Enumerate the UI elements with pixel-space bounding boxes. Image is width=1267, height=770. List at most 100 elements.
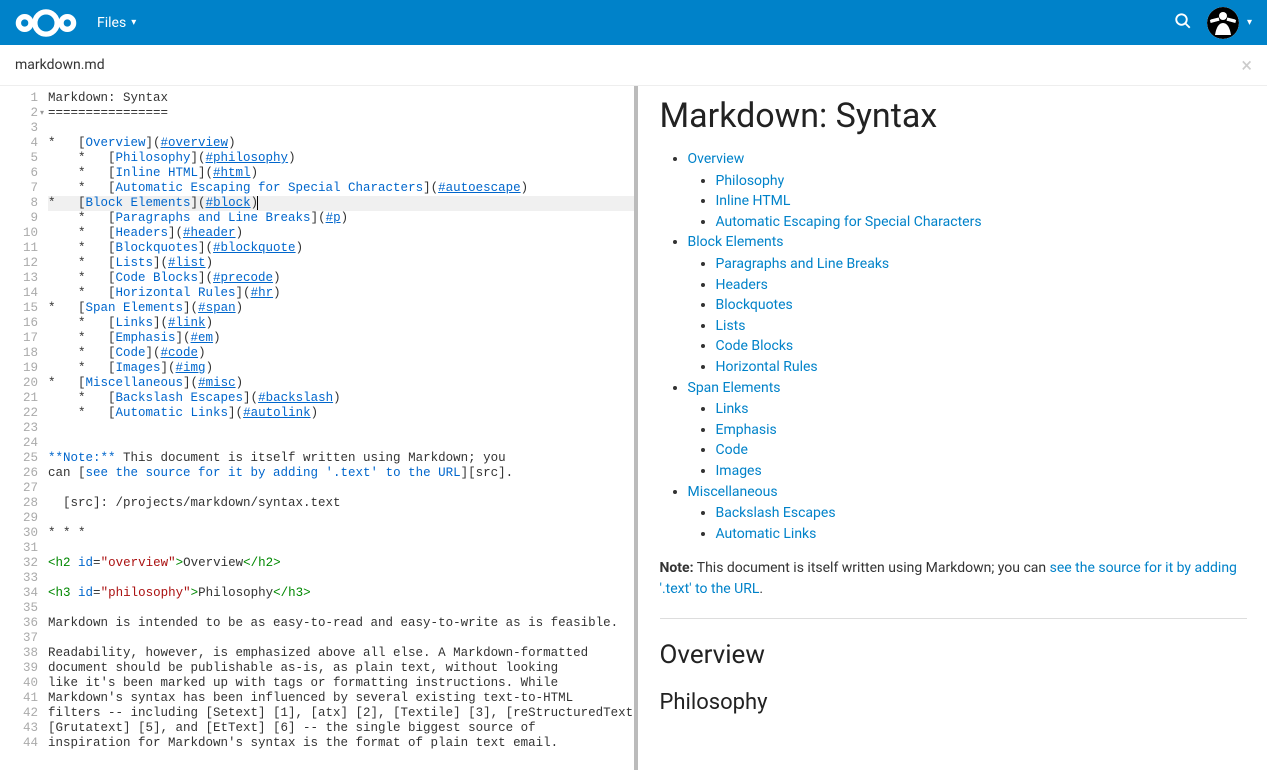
toc-link[interactable]: Automatic Links [716, 526, 817, 542]
code-line[interactable]: can [see the source for it by adding '.t… [48, 466, 634, 481]
code-line[interactable]: * [Paragraphs and Line Breaks](#p) [48, 211, 634, 226]
code-line[interactable]: Markdown: Syntax [48, 91, 634, 106]
code-line[interactable]: * [Automatic Links](#autolink) [48, 406, 634, 421]
user-menu[interactable]: ▾ [1207, 7, 1252, 39]
code-line[interactable]: inspiration for Markdown's syntax is the… [48, 736, 634, 751]
code-line[interactable] [48, 421, 634, 436]
toc-item: Paragraphs and Line Breaks [716, 255, 1248, 275]
code-line[interactable]: * [Headers](#header) [48, 226, 634, 241]
toc-link[interactable]: Emphasis [716, 422, 777, 438]
code-line[interactable]: * [Emphasis](#em) [48, 331, 634, 346]
toc-item: Inline HTML [716, 192, 1248, 212]
code-line[interactable] [48, 541, 634, 556]
code-line[interactable]: * [Automatic Escaping for Special Charac… [48, 181, 634, 196]
toc-link[interactable]: Automatic Escaping for Special Character… [716, 214, 982, 230]
toc-link[interactable]: Lists [716, 318, 746, 334]
note-label: Note: [660, 560, 694, 576]
code-line[interactable]: * [Images](#img) [48, 361, 634, 376]
code-line[interactable] [48, 601, 634, 616]
editor-container: 1234567891011121314151617181920212223242… [0, 86, 1267, 770]
code-line[interactable]: * [Horizontal Rules](#hr) [48, 286, 634, 301]
preview-hr [660, 618, 1248, 619]
note-tail: . [759, 581, 763, 597]
code-line[interactable] [48, 121, 634, 136]
close-button[interactable]: × [1241, 55, 1252, 75]
toc-item: Philosophy [716, 172, 1248, 192]
toc-link[interactable]: Inline HTML [716, 193, 791, 209]
toc-link[interactable]: Miscellaneous [688, 484, 778, 500]
code-line[interactable]: ================ [48, 106, 634, 121]
code-line[interactable]: * [Span Elements](#span) [48, 301, 634, 316]
preview-note: Note: This document is itself written us… [660, 558, 1248, 600]
code-line[interactable]: * [Overview](#overview) [48, 136, 634, 151]
code-line[interactable]: * [Block Elements](#block) [48, 196, 634, 211]
code-line[interactable] [48, 436, 634, 451]
toc-item: Automatic Escaping for Special Character… [716, 213, 1248, 233]
toc-link[interactable]: Overview [688, 151, 745, 167]
toc-link[interactable]: Headers [716, 277, 768, 293]
code-line[interactable]: * [Miscellaneous](#misc) [48, 376, 634, 391]
code-line[interactable]: Markdown is intended to be as easy-to-re… [48, 616, 634, 631]
source-editor[interactable]: 1234567891011121314151617181920212223242… [0, 86, 634, 770]
code-line[interactable]: [src]: /projects/markdown/syntax.text [48, 496, 634, 511]
toc-item: Code [716, 441, 1248, 461]
user-avatar [1207, 7, 1239, 39]
code-area[interactable]: Markdown: Syntax================ * [Overv… [48, 86, 634, 770]
app-name: Files [97, 15, 126, 31]
code-line[interactable]: <h2 id="overview">Overview</h2> [48, 556, 634, 571]
toc-item: Span Elements Links Emphasis Code Images [688, 379, 1248, 482]
caret-down-icon: ▾ [1247, 17, 1252, 28]
code-line[interactable]: filters -- including [Setext] [1], [atx]… [48, 706, 634, 721]
toc-link[interactable]: Block Elements [688, 234, 784, 250]
toc-item: Headers [716, 276, 1248, 296]
cloud-logo-icon [15, 6, 77, 40]
code-line[interactable]: * [Backslash Escapes](#backslash) [48, 391, 634, 406]
toc-item: Miscellaneous Backslash Escapes Automatic … [688, 483, 1248, 545]
code-line[interactable]: * [Blockquotes](#blockquote) [48, 241, 634, 256]
code-line[interactable]: * * * [48, 526, 634, 541]
caret-down-icon: ▾ [131, 17, 136, 28]
toc-link[interactable]: Philosophy [716, 173, 785, 189]
toc-link[interactable]: Images [716, 463, 762, 479]
toc-item: Links [716, 400, 1248, 420]
toc-link[interactable]: Code [716, 442, 748, 458]
toc-item: Horizontal Rules [716, 358, 1248, 378]
top-header: Files ▾ ▾ [0, 0, 1267, 45]
code-line[interactable] [48, 631, 634, 646]
code-line[interactable] [48, 481, 634, 496]
code-line[interactable] [48, 571, 634, 586]
app-selector[interactable]: Files ▾ [97, 15, 136, 31]
toc-link[interactable]: Horizontal Rules [716, 359, 818, 375]
code-line[interactable]: Markdown's syntax has been influenced by… [48, 691, 634, 706]
preview-h3-philosophy: Philosophy [660, 690, 1248, 715]
code-line[interactable]: like it's been marked up with tags or fo… [48, 676, 634, 691]
toc-link[interactable]: Span Elements [688, 380, 781, 396]
search-icon[interactable] [1174, 12, 1192, 34]
toc-link[interactable]: Links [716, 401, 749, 417]
markdown-preview: Markdown: Syntax OverviewPhilosophyInlin… [634, 86, 1267, 770]
toc-link[interactable]: Blockquotes [716, 297, 793, 313]
code-line[interactable]: * [Code Blocks](#precode) [48, 271, 634, 286]
toc-item: Automatic Links [716, 525, 1248, 545]
code-line[interactable] [48, 511, 634, 526]
preview-h2-overview: Overview [660, 639, 1248, 670]
code-line[interactable]: <h3 id="philosophy">Philosophy</h3> [48, 586, 634, 601]
code-line[interactable]: * [Lists](#list) [48, 256, 634, 271]
table-of-contents: Overview Philosophy Inline HTML Automatic E… [660, 150, 1248, 544]
code-line[interactable]: **Note:** This document is itself writte… [48, 451, 634, 466]
code-line[interactable]: document should be publishable as-is, as… [48, 661, 634, 676]
note-text: This document is itself written using Ma… [694, 560, 1050, 576]
toc-link[interactable]: Backslash Escapes [716, 505, 836, 521]
code-line[interactable]: [Grutatext] [5], and [EtText] [6] -- the… [48, 721, 634, 736]
code-line[interactable]: * [Philosophy](#philosophy) [48, 151, 634, 166]
filename-bar: markdown.md × [0, 45, 1267, 86]
code-line[interactable]: * [Links](#link) [48, 316, 634, 331]
nextcloud-logo[interactable] [15, 6, 77, 40]
code-line[interactable]: * [Code](#code) [48, 346, 634, 361]
toc-link[interactable]: Paragraphs and Line Breaks [716, 256, 890, 272]
line-number-gutter: 1234567891011121314151617181920212223242… [0, 86, 48, 770]
toc-link[interactable]: Code Blocks [716, 338, 794, 354]
file-name: markdown.md [15, 57, 105, 73]
code-line[interactable]: * [Inline HTML](#html) [48, 166, 634, 181]
code-line[interactable]: Readability, however, is emphasized abov… [48, 646, 634, 661]
